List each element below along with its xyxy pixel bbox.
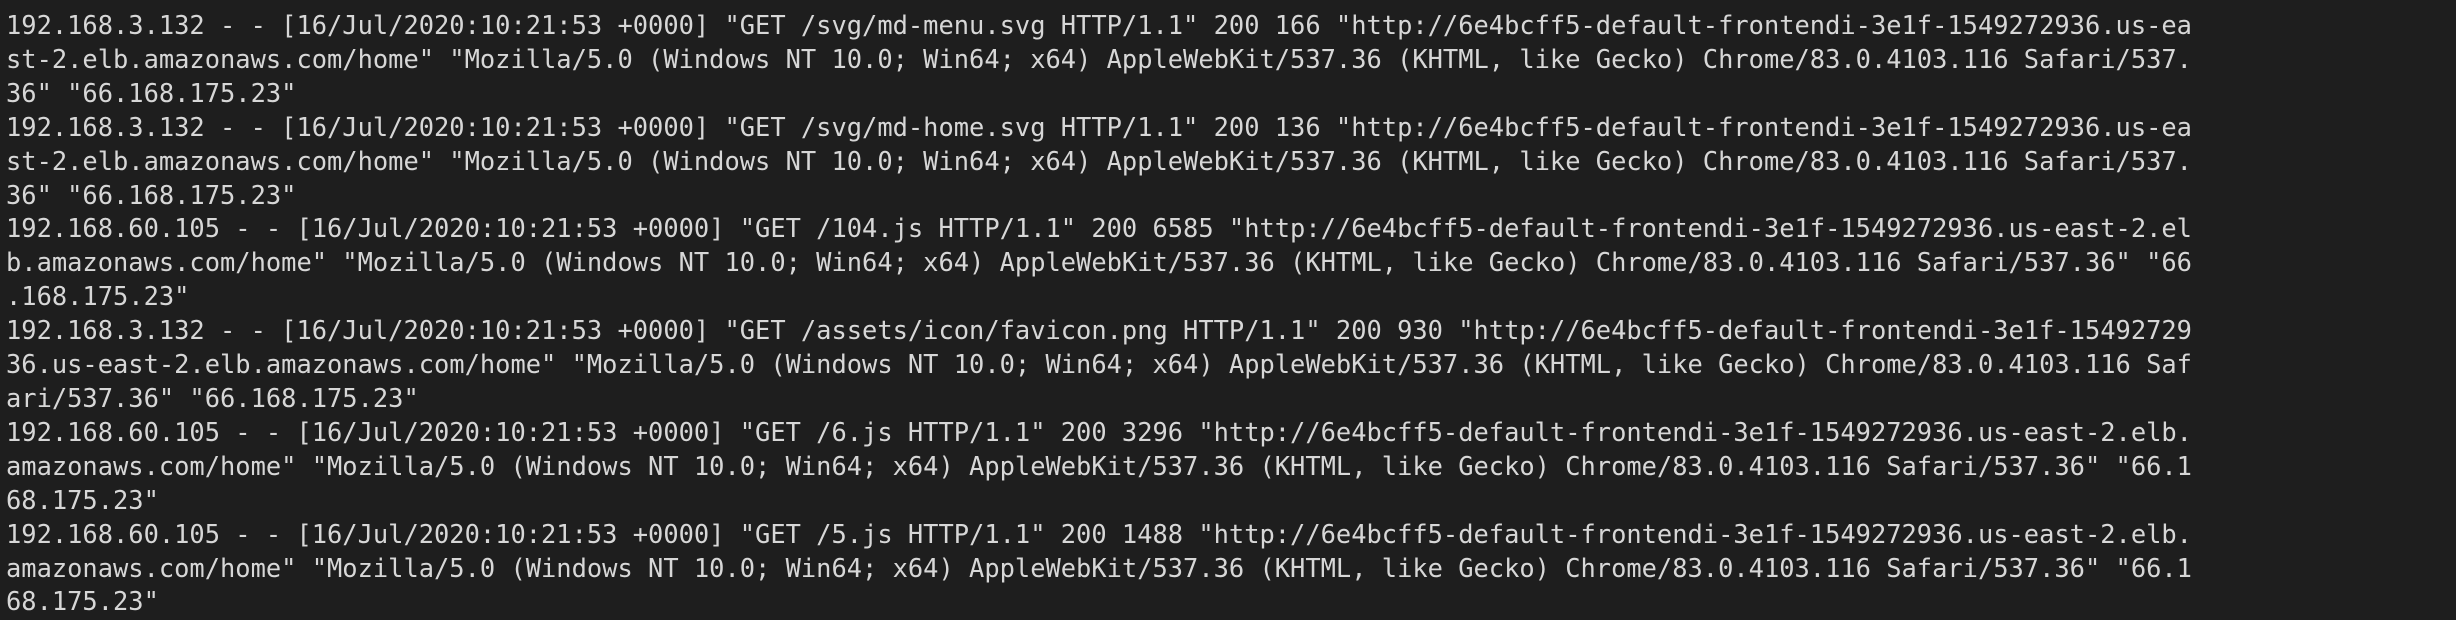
terminal-output: 192.168.3.132 - - [16/Jul/2020:10:21:53 … (0, 0, 2456, 620)
log-line: amazonaws.com/home" "Mozilla/5.0 (Window… (6, 552, 2192, 583)
log-line: amazonaws.com/home" "Mozilla/5.0 (Window… (6, 450, 2192, 481)
log-line: st-2.elb.amazonaws.com/home" "Mozilla/5.… (6, 145, 2192, 176)
log-line: 68.175.23" (6, 586, 159, 617)
log-line: 192.168.3.132 - - [16/Jul/2020:10:21:53 … (6, 111, 2192, 142)
log-line: 68.175.23" (6, 484, 159, 515)
log-line: 36" "66.168.175.23" (6, 179, 297, 210)
log-line: 192.168.3.132 - - [16/Jul/2020:10:21:53 … (6, 315, 2192, 346)
log-line: 192.168.60.105 - - [16/Jul/2020:10:21:53… (6, 213, 2192, 244)
log-line: b.amazonaws.com/home" "Mozilla/5.0 (Wind… (6, 247, 2192, 278)
log-line: st-2.elb.amazonaws.com/home" "Mozilla/5.… (6, 43, 2192, 74)
log-line: .168.175.23" (6, 281, 190, 312)
log-line: 36.us-east-2.elb.amazonaws.com/home" "Mo… (6, 349, 2192, 380)
log-line: ari/537.36" "66.168.175.23" (6, 382, 419, 413)
log-line: 192.168.3.132 - - [16/Jul/2020:10:21:53 … (6, 10, 2192, 40)
log-line: 192.168.60.105 - - [16/Jul/2020:10:21:53… (6, 416, 2192, 447)
log-line: 36" "66.168.175.23" (6, 77, 297, 108)
log-line: 192.168.60.105 - - [16/Jul/2020:10:21:53… (6, 518, 2192, 549)
